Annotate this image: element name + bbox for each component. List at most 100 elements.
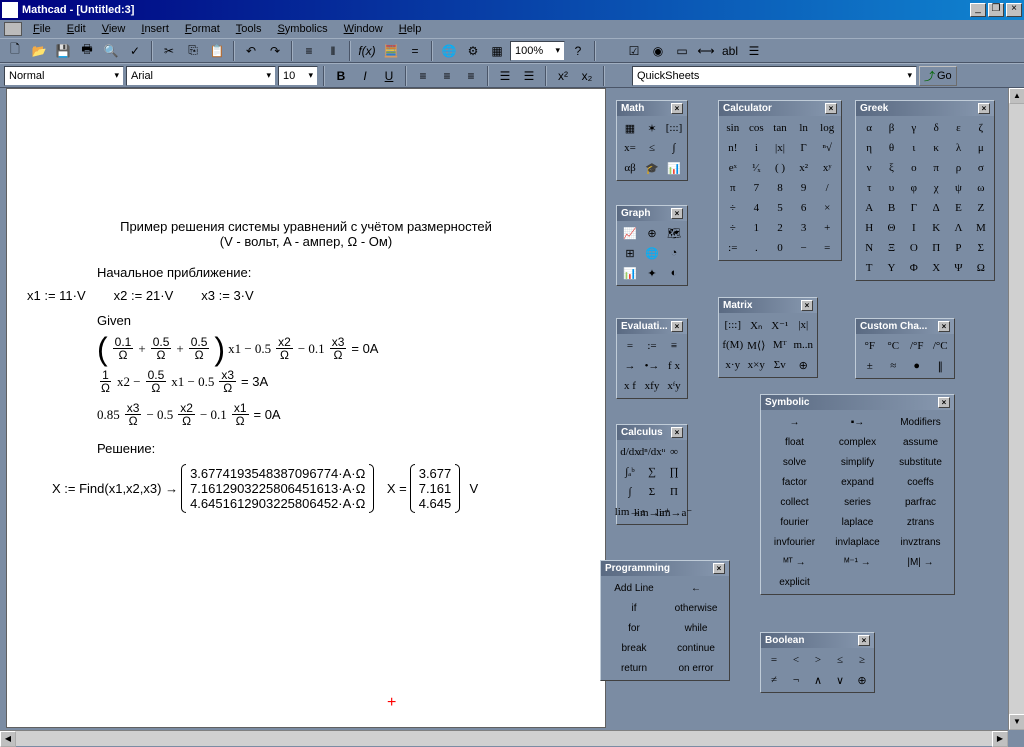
table-button[interactable]: ▦ <box>486 40 508 62</box>
units-button[interactable]: 🧮 <box>380 40 402 62</box>
palette-button[interactable]: Π <box>663 482 685 502</box>
undo-button[interactable]: ↶ <box>240 40 262 62</box>
palette-button[interactable]: ⊕ <box>851 670 873 690</box>
palette-button[interactable]: 🗺 <box>663 223 685 243</box>
palette-button[interactable]: return <box>603 658 665 678</box>
palette-button[interactable]: Add Line <box>603 578 665 598</box>
palette-button[interactable]: ▪→ <box>826 412 889 432</box>
palette-button[interactable]: = <box>619 336 641 356</box>
menu-window[interactable]: Window <box>336 21 391 37</box>
palette-button[interactable]: χ <box>925 178 947 198</box>
bullets-button[interactable]: ☰ <box>494 65 516 87</box>
listbox-button[interactable]: ☰ <box>743 40 765 62</box>
palette-button[interactable]: λ <box>947 138 969 158</box>
palette-button[interactable]: f(M) <box>721 335 745 355</box>
palette-button[interactable]: ∫ <box>663 138 685 158</box>
open-button[interactable]: 📂 <box>28 40 50 62</box>
palette-button[interactable]: |x| <box>768 138 792 158</box>
palette-button[interactable]: σ <box>970 158 992 178</box>
align-left-button[interactable]: ≡ <box>412 65 434 87</box>
palette-button[interactable]: d/dx <box>619 442 641 462</box>
scroll-left-button[interactable]: ◀ <box>0 731 16 747</box>
palette-button[interactable]: ▦ <box>619 118 641 138</box>
palette-button[interactable]: ⁿ√ <box>815 138 839 158</box>
palette-button[interactable]: τ <box>858 178 880 198</box>
print-button[interactable]: 🖶 <box>76 40 98 62</box>
palette-button[interactable]: η <box>858 138 880 158</box>
palette-button[interactable]: x² <box>792 158 816 178</box>
palette-button[interactable]: ∫ₐᵇ <box>619 462 641 482</box>
palette-button[interactable]: / <box>815 178 839 198</box>
palette-button[interactable]: Μ <box>970 218 992 238</box>
textinput-button[interactable]: abl <box>719 40 741 62</box>
quicksheets-dropdown[interactable]: QuickSheets▾ <box>632 66 917 86</box>
palette-button[interactable]: Xₙ <box>745 315 769 335</box>
palette-button[interactable]: Σv <box>768 355 792 375</box>
boolean-palette[interactable]: Boolean× =<>≤≥≠¬∧∨⊕ <box>760 632 875 693</box>
radio-button[interactable]: ◉ <box>647 40 669 62</box>
palette-button[interactable]: lim→a⁻ <box>663 502 685 522</box>
palette-button[interactable]: ο <box>903 158 925 178</box>
bold-button[interactable]: B <box>330 65 352 87</box>
pushbutton-button[interactable]: ▭ <box>671 40 693 62</box>
palette-button[interactable]: 📊 <box>663 158 685 178</box>
calculus-palette[interactable]: Calculus× d/dxdⁿ/dxⁿ∞∫ₐᵇ∑∏∫ΣΠlim→alim→a⁺… <box>616 424 688 525</box>
palette-button[interactable]: /°C <box>929 336 953 356</box>
palette-button[interactable]: laplace <box>826 512 889 532</box>
menu-insert[interactable]: Insert <box>133 21 177 37</box>
math-palette[interactable]: Math× ▦✶[:::]x=≤∫αβ🎓📊 <box>616 100 688 181</box>
menu-tools[interactable]: Tools <box>228 21 270 37</box>
palette-button[interactable]: i <box>745 138 769 158</box>
superscript-button[interactable]: x² <box>552 65 574 87</box>
palette-button[interactable]: ÷ <box>721 218 745 238</box>
palette-button[interactable]: × <box>815 198 839 218</box>
palette-button[interactable]: Τ <box>858 258 880 278</box>
subscript-button[interactable]: x₂ <box>576 65 598 87</box>
palette-button[interactable]: > <box>807 650 829 670</box>
palette-button[interactable]: ∧ <box>807 670 829 690</box>
scroll-up-button[interactable]: ▲ <box>1009 88 1024 104</box>
palette-button[interactable]: ρ <box>947 158 969 178</box>
palette-button[interactable]: simplify <box>826 452 889 472</box>
palette-button[interactable]: β <box>880 118 902 138</box>
paste-button[interactable]: 📋 <box>206 40 228 62</box>
palette-button[interactable]: 4 <box>745 198 769 218</box>
palette-button[interactable]: ln <box>792 118 816 138</box>
palette-button[interactable]: π <box>925 158 947 178</box>
palette-button[interactable]: Ξ <box>880 238 902 258</box>
symbolic-palette[interactable]: Symbolic× →▪→Modifiersfloatcomplexassume… <box>760 394 955 595</box>
align-right-button[interactable]: ≡ <box>460 65 482 87</box>
palette-button[interactable]: Λ <box>947 218 969 238</box>
matrix-palette[interactable]: Matrix× [:::]XₙX⁻¹|x|f(M)M⟨⟩Mᵀm..nx·yx×y… <box>718 297 818 378</box>
palette-button[interactable]: Ψ <box>947 258 969 278</box>
palette-button[interactable]: π <box>721 178 745 198</box>
palette-button[interactable]: ¹⁄ₓ <box>745 158 769 178</box>
help-button[interactable]: ? <box>567 40 589 62</box>
palette-button[interactable]: °F <box>858 336 882 356</box>
redo-button[interactable]: ↷ <box>264 40 286 62</box>
align2-button[interactable]: ‖ <box>322 40 344 62</box>
palette-button[interactable]: Α <box>858 198 880 218</box>
palette-button[interactable]: Υ <box>880 258 902 278</box>
programming-palette[interactable]: Programming× Add Line←ifotherwiseforwhil… <box>600 560 730 681</box>
palette-button[interactable]: Ζ <box>970 198 992 218</box>
palette-button[interactable]: m..n <box>792 335 816 355</box>
palette-button[interactable]: 3 <box>792 218 816 238</box>
palette-button[interactable]: ✦ <box>641 263 663 283</box>
palette-button[interactable]: explicit <box>763 572 826 592</box>
palette-button[interactable]: = <box>763 650 785 670</box>
palette-button[interactable]: Ν <box>858 238 880 258</box>
palette-button[interactable]: float <box>763 432 826 452</box>
palette-button[interactable]: |x| <box>792 315 816 335</box>
palette-button[interactable]: x= <box>619 138 641 158</box>
palette-button[interactable]: Modifiers <box>889 412 952 432</box>
spelling-button[interactable]: ✓ <box>124 40 146 62</box>
palette-button[interactable]: ζ <box>970 118 992 138</box>
palette-button[interactable]: xʸ <box>815 158 839 178</box>
palette-button[interactable]: Χ <box>925 258 947 278</box>
close-icon[interactable]: × <box>671 208 683 219</box>
palette-button[interactable]: 📊 <box>619 263 641 283</box>
palette-button[interactable]: tan <box>768 118 792 138</box>
palette-button[interactable]: ← <box>665 578 727 598</box>
palette-button[interactable]: 2 <box>768 218 792 238</box>
